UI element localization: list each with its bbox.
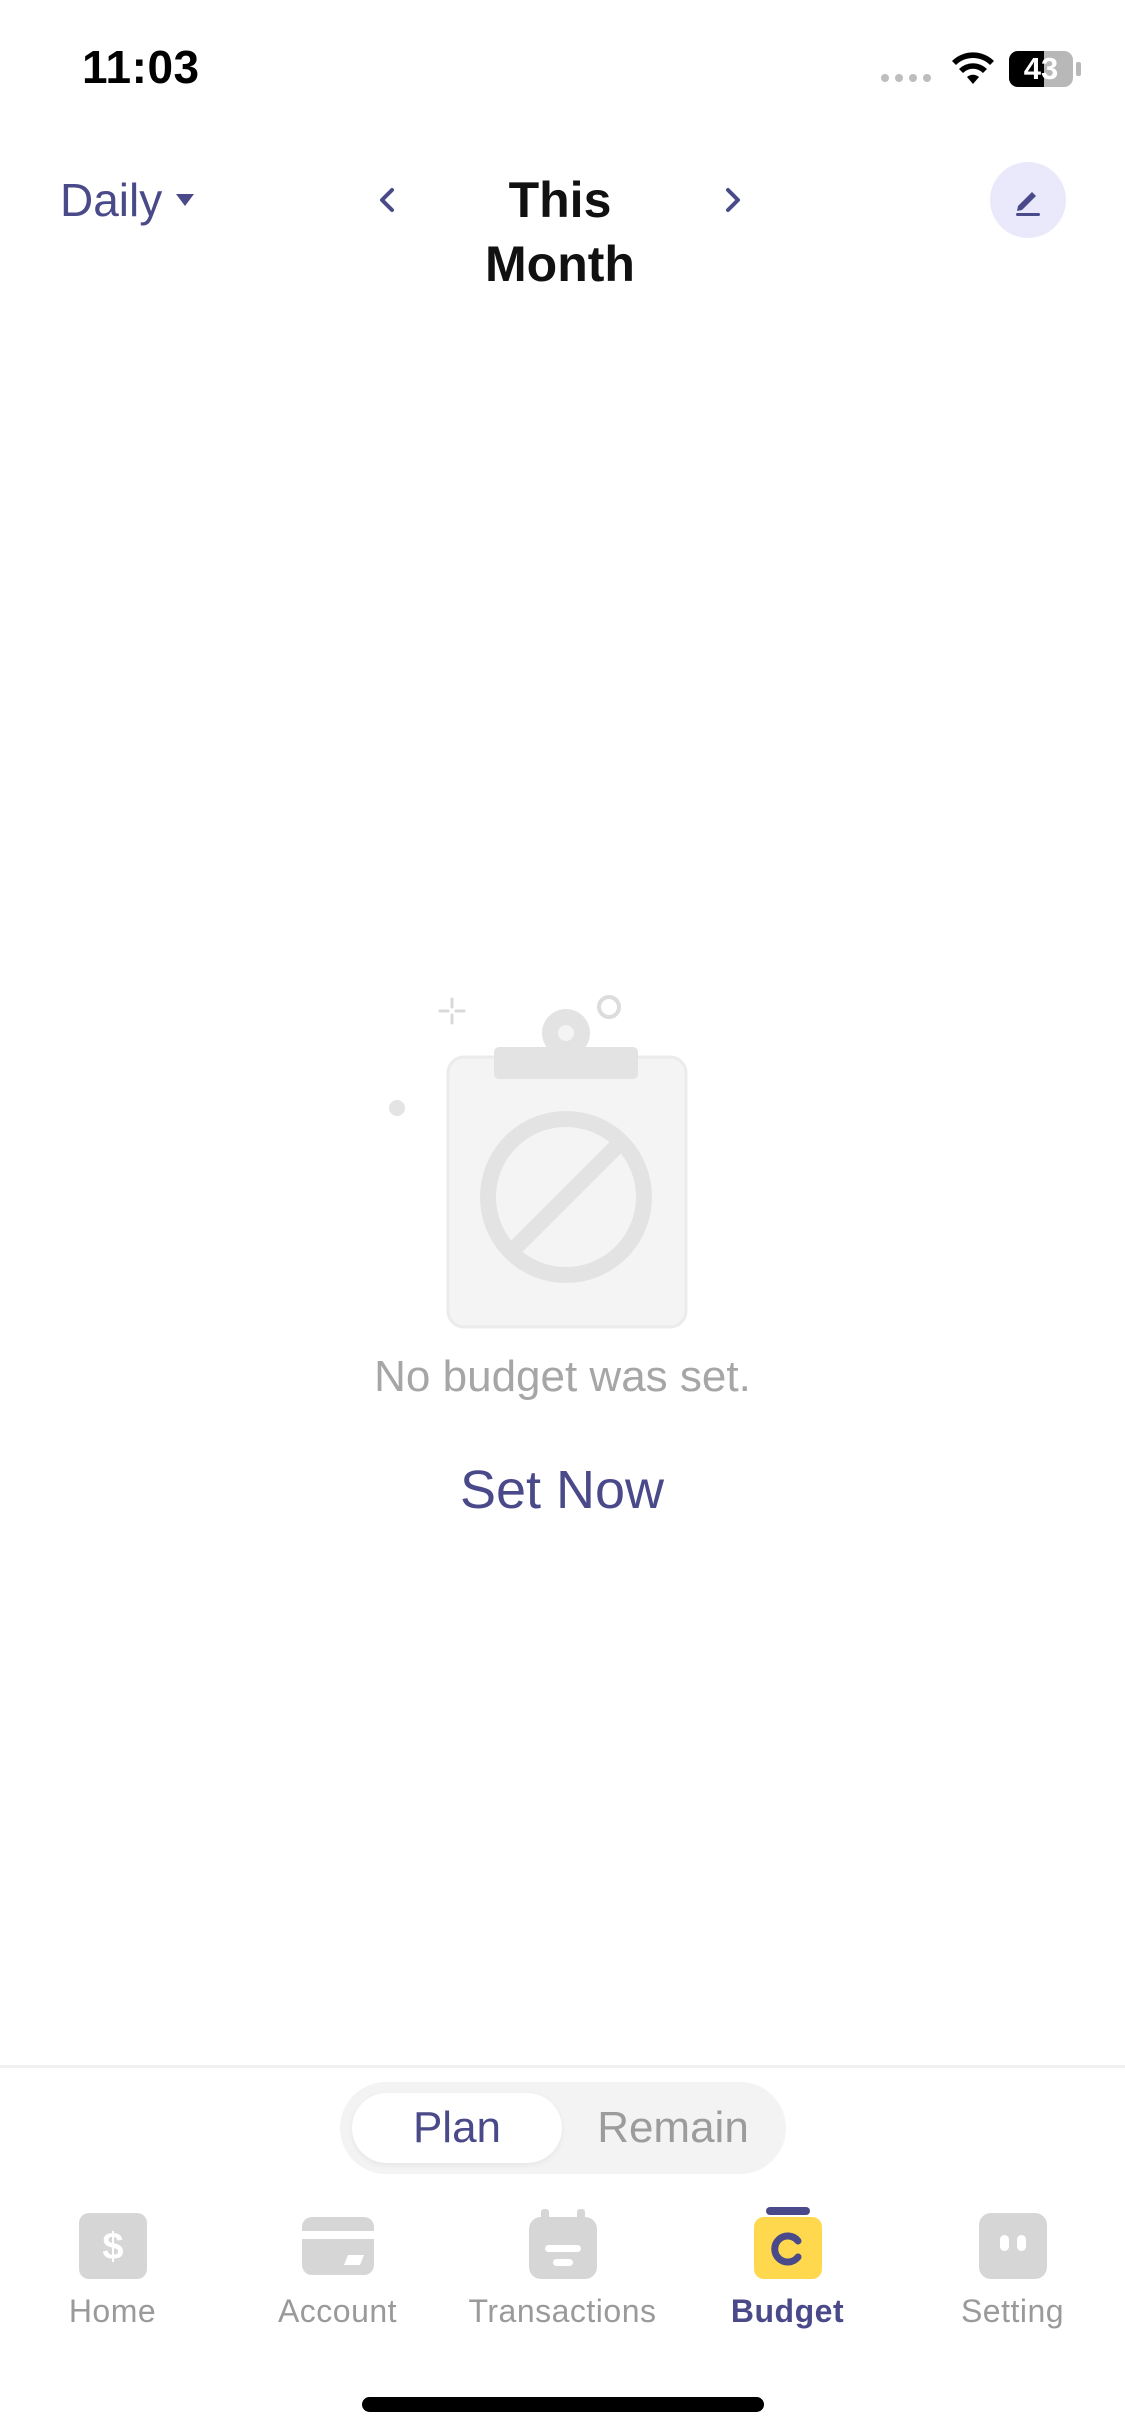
chevron-left-icon[interactable]: [366, 178, 410, 222]
plan-remain-toggle: Plan Remain: [340, 2082, 786, 2174]
caret-down-icon: [176, 194, 195, 206]
tab-account[interactable]: Account: [225, 2195, 450, 2345]
home-indicator[interactable]: [362, 2397, 764, 2412]
dollar-wallet-icon: $: [79, 2213, 147, 2279]
battery-level: 43: [1023, 51, 1059, 86]
status-bar: 11:03 43: [0, 0, 1125, 140]
tab-label: Account: [277, 2293, 398, 2329]
budget-ring-icon: [754, 2207, 822, 2279]
tab-label: Budget: [730, 2293, 845, 2329]
tab-transactions[interactable]: Transactions: [450, 2195, 675, 2345]
segment-remain[interactable]: Remain: [570, 2093, 776, 2163]
tab-home[interactable]: $ Home: [0, 2195, 225, 2345]
period-selector[interactable]: Daily: [60, 168, 195, 232]
svg-text:$: $: [102, 2226, 123, 2268]
chevron-right-icon[interactable]: [710, 178, 754, 222]
pencil-icon: [1016, 192, 1040, 216]
calendar-list-icon: [529, 2209, 597, 2279]
tab-label: Home: [68, 2293, 157, 2329]
tab-bar: $ Home Account Transactions Budget Setti…: [0, 2195, 1125, 2345]
edit-button[interactable]: [990, 162, 1066, 238]
header: Daily This Month: [0, 150, 1125, 292]
empty-clipboard-icon: [389, 995, 688, 1329]
set-now-link[interactable]: Set Now: [412, 1450, 712, 1530]
wifi-icon: [952, 52, 994, 84]
bottom-divider: [0, 2065, 1125, 2068]
segment-plan[interactable]: Plan: [352, 2093, 562, 2163]
card-icon: [302, 2217, 374, 2275]
status-time: 11:03: [82, 41, 200, 93]
tab-label: Transactions: [468, 2293, 657, 2329]
tab-setting[interactable]: Setting: [900, 2195, 1125, 2345]
empty-message: No budget was set.: [374, 1352, 751, 1401]
signal-icon: [881, 74, 931, 82]
tab-budget[interactable]: Budget: [675, 2195, 900, 2345]
period-label: Daily: [60, 174, 163, 226]
month-title: This Month: [485, 172, 635, 292]
tab-label: Setting: [960, 2293, 1065, 2329]
month-navigator: This Month: [360, 160, 760, 292]
budget-screen: 11:03 43 Daily This Month No budget was …: [0, 0, 1125, 2436]
settings-face-icon: [979, 2213, 1047, 2279]
